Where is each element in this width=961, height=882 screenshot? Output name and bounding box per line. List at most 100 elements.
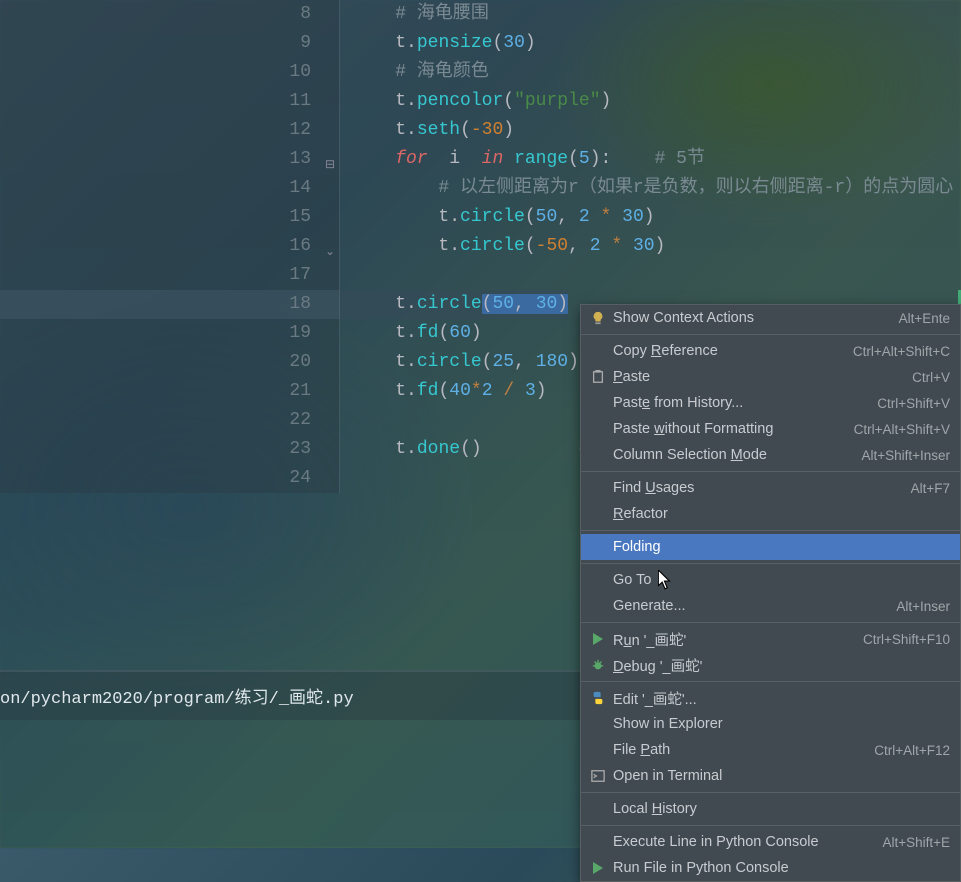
code-content[interactable] [340, 261, 352, 290]
code-line[interactable]: 10 # 海龟颜色 [0, 58, 961, 87]
context-menu[interactable]: Show Context ActionsAlt+Ente Copy Referen… [580, 304, 961, 882]
code-line[interactable]: 17 [0, 261, 961, 290]
menu-shortcut: Ctrl+Alt+F12 [874, 743, 950, 758]
menu-label: Debug '_画蛇' [609, 655, 950, 676]
terminal-icon [587, 769, 609, 783]
menu-separator [581, 792, 960, 793]
menu-item[interactable]: File PathCtrl+Alt+F12 [581, 737, 960, 763]
menu-item[interactable]: Show in Explorer [581, 711, 960, 737]
code-content[interactable]: t.circle(-50, 2 * 30) [340, 232, 665, 261]
menu-separator [581, 563, 960, 564]
menu-item[interactable]: Local History [581, 796, 960, 822]
menu-shortcut: Alt+Shift+Inser [861, 448, 950, 463]
menu-label: Find Usages [609, 480, 911, 496]
menu-item[interactable]: Find UsagesAlt+F7 [581, 475, 960, 501]
line-number: 18 [0, 290, 340, 319]
menu-shortcut: Alt+F7 [911, 481, 950, 496]
menu-item[interactable]: Run '_画蛇'Ctrl+Shift+F10 [581, 626, 960, 652]
menu-item[interactable]: Copy ReferenceCtrl+Alt+Shift+C [581, 338, 960, 364]
menu-label: Refactor [609, 506, 950, 522]
code-content[interactable] [340, 464, 352, 493]
code-content[interactable]: t.circle(50, 2 * 30) [340, 203, 655, 232]
line-number: 11 [0, 87, 340, 116]
line-number: 10 [0, 58, 340, 87]
debug-icon [587, 658, 609, 672]
menu-shortcut: Ctrl+Shift+F10 [863, 632, 950, 647]
menu-shortcut: Ctrl+V [912, 370, 950, 385]
code-content[interactable]: # 以左侧距离为r（如果r是负数，则以右侧距离-r）的点为圆心 [340, 174, 953, 203]
line-number: 13⊟ [0, 145, 340, 174]
menu-label: Paste from History... [609, 395, 877, 411]
menu-label: Folding [609, 539, 950, 555]
menu-item[interactable]: Execute Line in Python ConsoleAlt+Shift+… [581, 829, 960, 855]
menu-shortcut: Alt+Inser [896, 599, 950, 614]
menu-item[interactable]: Paste without FormattingCtrl+Alt+Shift+V [581, 416, 960, 442]
code-content[interactable]: t.fd(40*2 / 3) [340, 377, 547, 406]
menu-separator [581, 681, 960, 682]
menu-item[interactable]: Go To [581, 567, 960, 593]
code-line[interactable]: 13⊟ for i in range(5): # 5节 [0, 145, 961, 174]
run-icon [587, 862, 609, 874]
menu-item[interactable]: Run File in Python Console [581, 855, 960, 881]
code-line[interactable]: 15 t.circle(50, 2 * 30) [0, 203, 961, 232]
line-number: 12 [0, 116, 340, 145]
menu-separator [581, 825, 960, 826]
menu-item[interactable]: Column Selection ModeAlt+Shift+Inser [581, 442, 960, 468]
code-content[interactable]: t.pencolor("purple") [340, 87, 611, 116]
run-icon [587, 633, 609, 645]
code-line[interactable]: 14 # 以左侧距离为r（如果r是负数，则以右侧距离-r）的点为圆心 [0, 174, 961, 203]
menu-item[interactable]: Open in Terminal [581, 763, 960, 789]
code-line[interactable]: 11 t.pencolor("purple") [0, 87, 961, 116]
menu-shortcut: Ctrl+Alt+Shift+C [853, 344, 950, 359]
menu-separator [581, 334, 960, 335]
menu-label: Paste without Formatting [609, 421, 854, 437]
code-content[interactable]: t.done() # 稍 [340, 435, 619, 464]
menu-item[interactable]: Generate...Alt+Inser [581, 593, 960, 619]
menu-item[interactable]: Paste from History...Ctrl+Shift+V [581, 390, 960, 416]
menu-shortcut: Alt+Shift+E [882, 835, 950, 850]
menu-label: Open in Terminal [609, 768, 950, 784]
menu-label: Show Context Actions [609, 310, 899, 326]
menu-item[interactable]: Edit '_画蛇'... [581, 685, 960, 711]
code-content[interactable]: t.circle(50, 30) [340, 290, 568, 319]
menu-item[interactable]: Show Context ActionsAlt+Ente [581, 305, 960, 331]
line-number: 15 [0, 203, 340, 232]
menu-label: Local History [609, 801, 950, 817]
line-number: 19 [0, 319, 340, 348]
menu-label: Run '_画蛇' [609, 629, 863, 650]
code-content[interactable]: for i in range(5): # 5节 [340, 145, 705, 174]
menu-label: Copy Reference [609, 343, 853, 359]
code-content[interactable]: t.circle(25, 180) [340, 348, 579, 377]
code-line[interactable]: 12 t.seth(-30) [0, 116, 961, 145]
line-number: 16⌄ [0, 232, 340, 261]
code-content[interactable]: t.pensize(30) [340, 29, 536, 58]
code-content[interactable]: t.fd(60) [340, 319, 482, 348]
code-content[interactable]: t.seth(-30) [340, 116, 514, 145]
code-line[interactable]: 16⌄ t.circle(-50, 2 * 30) [0, 232, 961, 261]
line-number: 24 [0, 464, 340, 493]
menu-item[interactable]: Folding [581, 534, 960, 560]
code-line[interactable]: 9 t.pensize(30) [0, 29, 961, 58]
file-path: on/pycharm2020/program/练习/_画蛇.py [0, 683, 354, 709]
menu-label: Generate... [609, 598, 896, 614]
line-number: 21 [0, 377, 340, 406]
code-line[interactable]: 8 # 海龟腰围 [0, 0, 961, 29]
footer-bar: on/pycharm2020/program/练习/_画蛇.py [0, 670, 580, 720]
menu-item[interactable]: Debug '_画蛇' [581, 652, 960, 678]
menu-separator [581, 530, 960, 531]
menu-label: Run File in Python Console [609, 860, 950, 876]
line-number: 9 [0, 29, 340, 58]
menu-separator [581, 471, 960, 472]
code-content[interactable] [340, 406, 352, 435]
menu-label: File Path [609, 742, 874, 758]
menu-shortcut: Ctrl+Shift+V [877, 396, 950, 411]
menu-item[interactable]: PasteCtrl+V [581, 364, 960, 390]
menu-label: Show in Explorer [609, 716, 950, 732]
code-content[interactable]: # 海龟腰围 [340, 0, 489, 29]
line-number: 23 [0, 435, 340, 464]
menu-separator [581, 622, 960, 623]
mouse-cursor-icon [658, 570, 672, 590]
menu-item[interactable]: Refactor [581, 501, 960, 527]
code-content[interactable]: # 海龟颜色 [340, 58, 489, 87]
menu-label: Paste [609, 369, 912, 385]
